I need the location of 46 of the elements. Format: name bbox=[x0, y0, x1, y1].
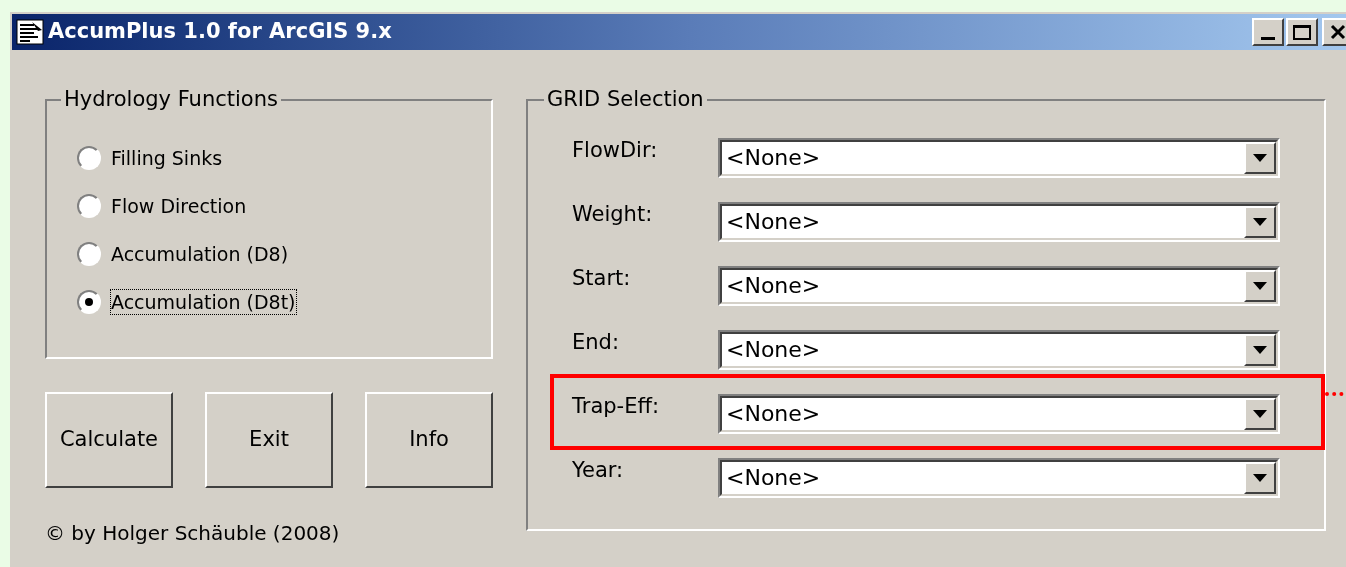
radio-button[interactable] bbox=[77, 145, 101, 170]
group-title: Hydrology Functions bbox=[63, 86, 279, 113]
radio-button[interactable] bbox=[77, 193, 101, 218]
radio-option[interactable]: Accumulation (D8) bbox=[77, 241, 461, 266]
caret-icon bbox=[1253, 217, 1267, 226]
minimize-button[interactable] bbox=[1252, 18, 1284, 46]
radio-button[interactable] bbox=[77, 289, 101, 314]
dropdown-button[interactable] bbox=[1244, 205, 1276, 238]
dropdown-button[interactable] bbox=[1244, 333, 1276, 366]
dropdown-button[interactable] bbox=[1244, 141, 1276, 174]
caret-icon bbox=[1253, 281, 1267, 290]
copyright-text: © by Holger Schäuble (2008) bbox=[45, 520, 341, 547]
dropdown-button[interactable] bbox=[1244, 269, 1276, 302]
action-button[interactable]: Exit bbox=[205, 392, 333, 488]
maximize-button[interactable] bbox=[1286, 18, 1318, 46]
dropdown-field[interactable]: <None> bbox=[718, 393, 1280, 434]
dropdown-button[interactable] bbox=[1244, 397, 1276, 430]
document-icon bbox=[16, 19, 44, 45]
dropdown-field[interactable]: <None> bbox=[718, 201, 1280, 242]
action-button[interactable]: Calculate bbox=[45, 392, 173, 488]
field-label: Weight: bbox=[572, 200, 654, 228]
caret-icon bbox=[1253, 345, 1267, 354]
dropdown-button[interactable] bbox=[1244, 461, 1276, 494]
close-icon bbox=[1330, 24, 1346, 40]
maximize-icon bbox=[1293, 24, 1311, 40]
caret-icon bbox=[1253, 473, 1267, 482]
radio-option[interactable]: Filling Sinks bbox=[77, 145, 461, 170]
dropdown-field[interactable]: <None> bbox=[718, 265, 1280, 306]
group-title: GRID Selection bbox=[546, 86, 705, 113]
radio-option[interactable]: Flow Direction bbox=[77, 193, 461, 218]
action-button[interactable]: Info bbox=[365, 392, 493, 488]
caret-icon bbox=[1253, 153, 1267, 162]
field-label: Start: bbox=[572, 264, 632, 292]
radio-option[interactable]: Accumulation (D8t) bbox=[77, 289, 461, 314]
dropdown-field[interactable]: <None> bbox=[718, 137, 1280, 178]
field-label: End: bbox=[572, 328, 620, 356]
minimize-icon bbox=[1261, 37, 1275, 40]
field-label: Trap-Eff: bbox=[572, 392, 660, 420]
field-label: Year: bbox=[572, 456, 625, 484]
window-title: AccumPlus 1.0 for ArcGIS 9.x bbox=[48, 18, 393, 46]
dropdown-field[interactable]: <None> bbox=[718, 329, 1280, 370]
close-button[interactable] bbox=[1322, 18, 1346, 46]
dropdown-field[interactable]: <None> bbox=[718, 457, 1280, 498]
field-label: FlowDir: bbox=[572, 136, 659, 164]
caret-icon bbox=[1253, 409, 1267, 418]
radio-button[interactable] bbox=[77, 241, 101, 266]
